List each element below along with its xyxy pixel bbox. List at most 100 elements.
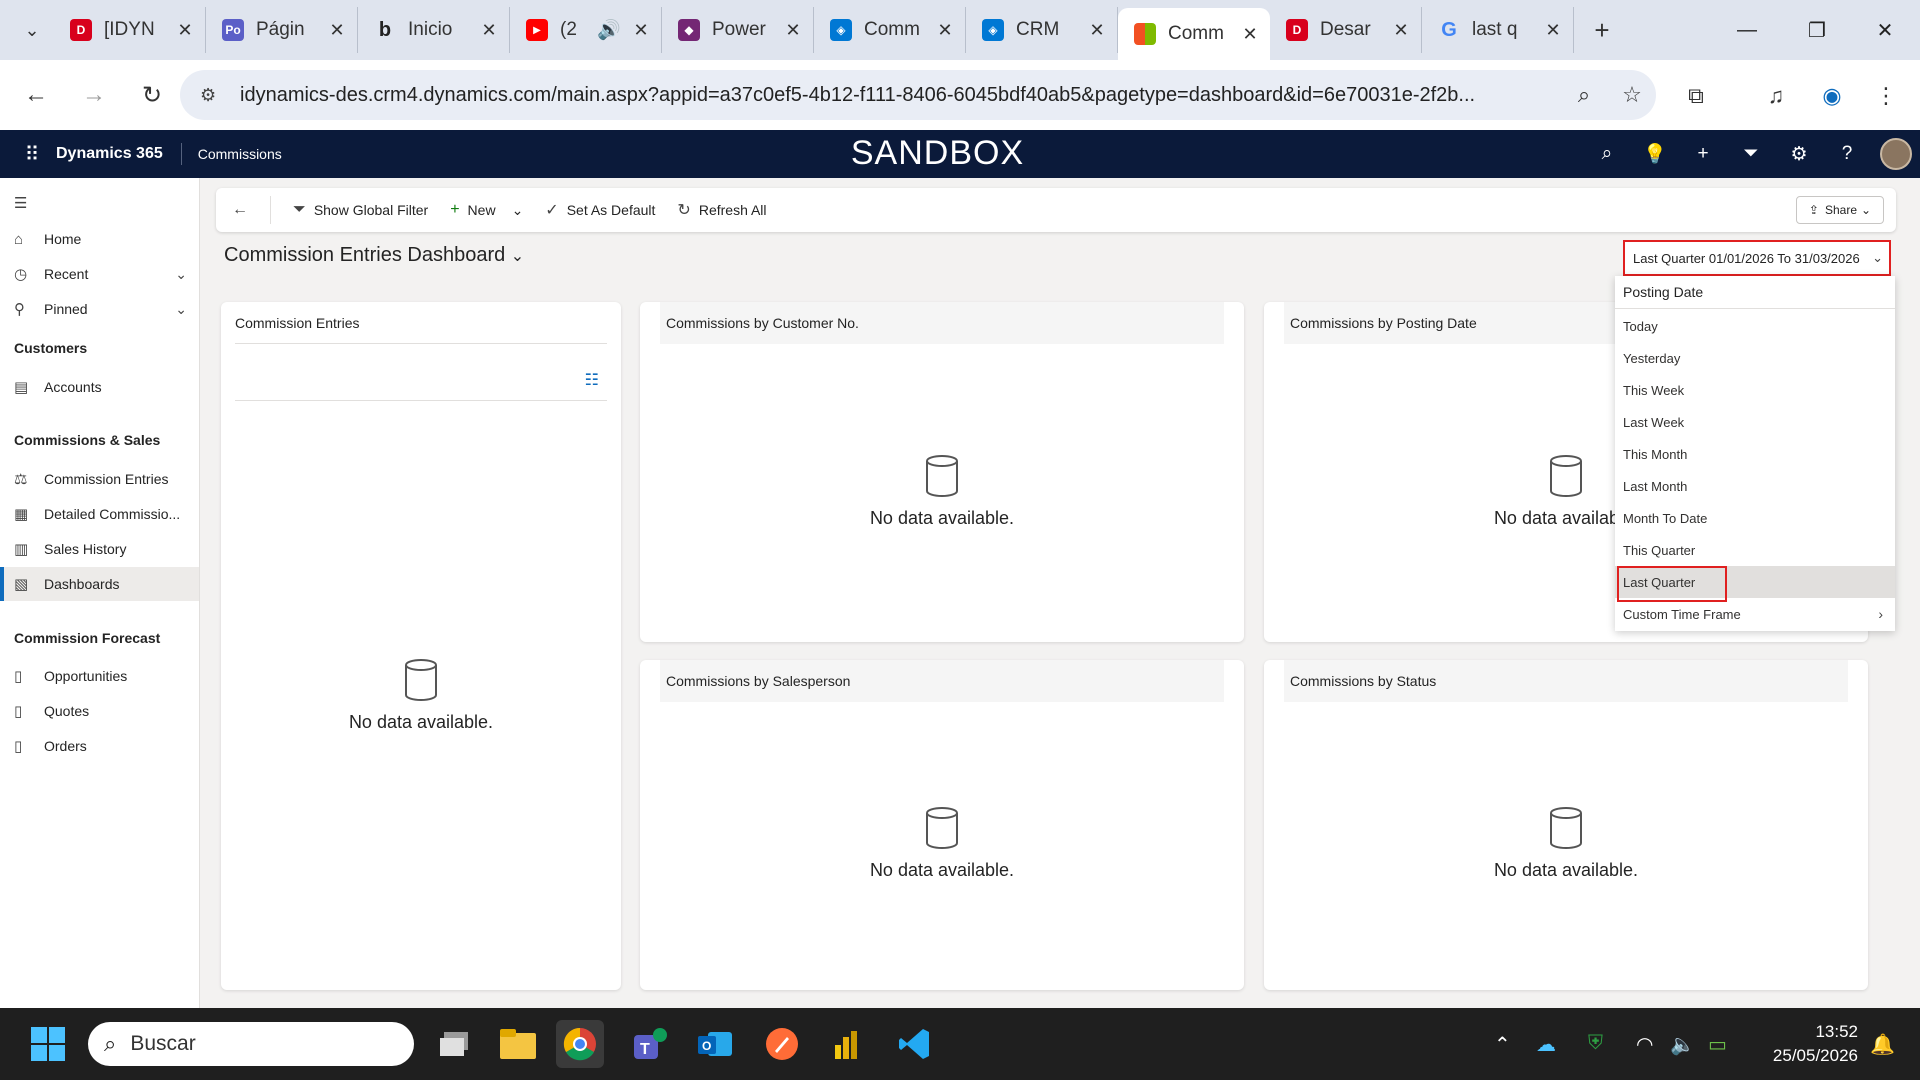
close-tab-icon[interactable]: ✕ [1240, 24, 1260, 45]
windows-start-icon[interactable] [24, 1020, 72, 1068]
dashboard-selector[interactable]: Commission Entries Dashboard ⌄ [224, 244, 524, 267]
timeframe-select[interactable]: Last Quarter 01/01/2026 To 31/03/2026 ⌄ [1623, 240, 1891, 276]
filter-icon[interactable]: ⏷ [1734, 138, 1768, 170]
close-tab-icon[interactable]: ✕ [1543, 20, 1563, 41]
help-icon[interactable]: ? [1830, 138, 1864, 170]
back-icon[interactable]: ← [14, 73, 58, 117]
sidebar-item-dashboards[interactable]: ▧ Dashboards [0, 567, 199, 601]
teams-icon[interactable]: T [626, 1020, 674, 1068]
sidebar-item-home[interactable]: ⌂ Home [0, 222, 199, 256]
settings-gear-icon[interactable]: ⚙ [1782, 138, 1816, 170]
close-tab-icon[interactable]: ✕ [935, 20, 955, 41]
zoom-icon[interactable]: ⌕ [1560, 82, 1608, 108]
new-button[interactable]: + New ⌄ [450, 201, 523, 219]
system-clock[interactable]: 13:52 25/05/2026 [1758, 1020, 1858, 1068]
sidebar-item-recent[interactable]: ◷ Recent ⌄ [0, 257, 199, 291]
close-tab-icon[interactable]: ✕ [783, 20, 803, 41]
refresh-all-button[interactable]: ↻ Refresh All [677, 200, 766, 220]
close-window-icon[interactable]: ✕ [1850, 0, 1920, 60]
search-icon[interactable]: ⌕ [1590, 138, 1624, 170]
menu-item-this-month[interactable]: This Month [1615, 438, 1895, 470]
menu-item-last-week[interactable]: Last Week [1615, 406, 1895, 438]
sidebar-item-pinned[interactable]: ⚲ Pinned ⌄ [0, 292, 199, 326]
set-as-default-button[interactable]: ✓ Set As Default [545, 200, 655, 220]
sidebar-item-sales-history[interactable]: ▥ Sales History [0, 532, 199, 566]
postman-icon[interactable] [758, 1020, 806, 1068]
menu-item-today[interactable]: Today [1615, 310, 1895, 342]
task-view-icon[interactable] [430, 1020, 478, 1068]
browser-tab[interactable]: Po Págin ✕ [206, 7, 358, 53]
browser-tab[interactable]: ◈ CRM ✕ [966, 7, 1118, 53]
browser-tab[interactable]: D [IDYN ✕ [54, 7, 206, 53]
forward-icon[interactable]: → [72, 73, 116, 117]
sidebar-item-orders[interactable]: ▯ Orders [0, 729, 199, 763]
new-tab-icon[interactable]: + [1580, 15, 1624, 46]
url-bar[interactable]: ⚙ idynamics-des.crm4.dynamics.com/main.a… [180, 70, 1656, 120]
menu-item-this-week[interactable]: This Week [1615, 374, 1895, 406]
menu-item-this-quarter[interactable]: This Quarter [1615, 534, 1895, 566]
security-shield-icon[interactable]: ⛨ [1588, 1032, 1603, 1055]
volume-icon[interactable]: 🔈 [1670, 1032, 1695, 1057]
browser-tab[interactable]: ◆ Power ✕ [662, 7, 814, 53]
sidebar-item-detailed[interactable]: ▦ Detailed Commissio... [0, 497, 199, 531]
close-tab-icon[interactable]: ✕ [175, 20, 195, 41]
chevron-down-icon[interactable]: ⌄ [175, 301, 187, 318]
panel-title: Commissions by Status [1284, 660, 1848, 702]
microsoft-favicon-icon [1134, 23, 1156, 45]
database-icon [926, 807, 958, 849]
close-tab-icon[interactable]: ✕ [1087, 20, 1107, 41]
avatar[interactable] [1880, 138, 1912, 170]
outlook-icon[interactable]: O [692, 1020, 740, 1068]
sidebar-item-quotes[interactable]: ▯ Quotes [0, 694, 199, 728]
svg-text:O: O [702, 1039, 711, 1053]
tab-search-icon[interactable]: ⌄ [10, 8, 54, 52]
menu-item-last-month[interactable]: Last Month [1615, 470, 1895, 502]
file-explorer-icon[interactable] [494, 1020, 542, 1068]
chevron-down-icon[interactable]: ⌄ [175, 266, 187, 283]
power-bi-icon[interactable] [824, 1020, 872, 1068]
view-list-icon[interactable]: ☷ [585, 370, 599, 390]
close-tab-icon[interactable]: ✕ [327, 20, 347, 41]
wifi-icon[interactable]: ◠ [1636, 1032, 1653, 1057]
browser-tab[interactable]: Glast q ✕ [1422, 7, 1574, 53]
battery-icon[interactable]: ▭ [1708, 1032, 1727, 1057]
sidebar-item-accounts[interactable]: ▤ Accounts [0, 370, 199, 404]
browser-tab[interactable]: b Inicio ✕ [358, 7, 510, 53]
vscode-icon[interactable] [890, 1020, 938, 1068]
bookmark-star-icon[interactable]: ☆ [1608, 82, 1656, 108]
menu-item-last-quarter[interactable]: Last Quarter [1615, 566, 1895, 602]
reload-icon[interactable]: ↻ [130, 73, 174, 117]
media-control-icon[interactable]: ♫ [1756, 76, 1796, 116]
close-tab-icon[interactable]: ✕ [631, 20, 651, 41]
browser-tab[interactable]: ▶ (2 🔊 ✕ [510, 7, 662, 53]
show-hidden-icons-icon[interactable]: ⌃ [1494, 1032, 1511, 1057]
profile-icon[interactable]: ◉ [1812, 76, 1852, 116]
site-settings-icon[interactable]: ⚙ [200, 85, 226, 106]
browser-tab[interactable]: D Desar ✕ [1270, 7, 1422, 53]
sidebar-item-opportunities[interactable]: ▯ Opportunities [0, 659, 199, 693]
browser-tab[interactable]: ◈ Comm ✕ [814, 7, 966, 53]
chrome-icon[interactable] [556, 1020, 604, 1068]
share-button[interactable]: ⇪ Share ⌄ [1796, 196, 1884, 224]
add-icon[interactable]: + [1686, 138, 1720, 170]
hamburger-menu[interactable]: ☰ [0, 186, 199, 220]
menu-item-custom-time-frame[interactable]: Custom Time Frame › [1615, 598, 1895, 630]
extensions-icon[interactable]: ⧉ [1676, 76, 1716, 116]
notifications-icon[interactable]: 🔔 [1870, 1032, 1895, 1057]
onedrive-icon[interactable]: ☁ [1536, 1032, 1556, 1057]
back-button[interactable]: ← [232, 196, 271, 224]
menu-item-month-to-date[interactable]: Month To Date [1615, 502, 1895, 534]
close-tab-icon[interactable]: ✕ [1391, 20, 1411, 41]
menu-item-yesterday[interactable]: Yesterday [1615, 342, 1895, 374]
browser-menu-icon[interactable]: ⋮ [1866, 76, 1906, 116]
close-tab-icon[interactable]: ✕ [479, 20, 499, 41]
show-global-filter-button[interactable]: ⏷ Show Global Filter [293, 201, 428, 219]
lightbulb-icon[interactable]: 💡 [1638, 138, 1672, 170]
taskbar-search-input[interactable]: ⌕ Buscar [88, 1022, 414, 1066]
restore-icon[interactable]: ❐ [1782, 0, 1852, 60]
sidebar-item-commission-entries[interactable]: ⚖ Commission Entries [0, 462, 199, 496]
browser-tab-active[interactable]: Comm ✕ [1118, 8, 1270, 60]
speaker-icon[interactable]: 🔊 [597, 18, 621, 42]
minimize-icon[interactable]: — [1712, 0, 1782, 60]
chevron-down-icon[interactable]: ⌄ [512, 202, 524, 219]
